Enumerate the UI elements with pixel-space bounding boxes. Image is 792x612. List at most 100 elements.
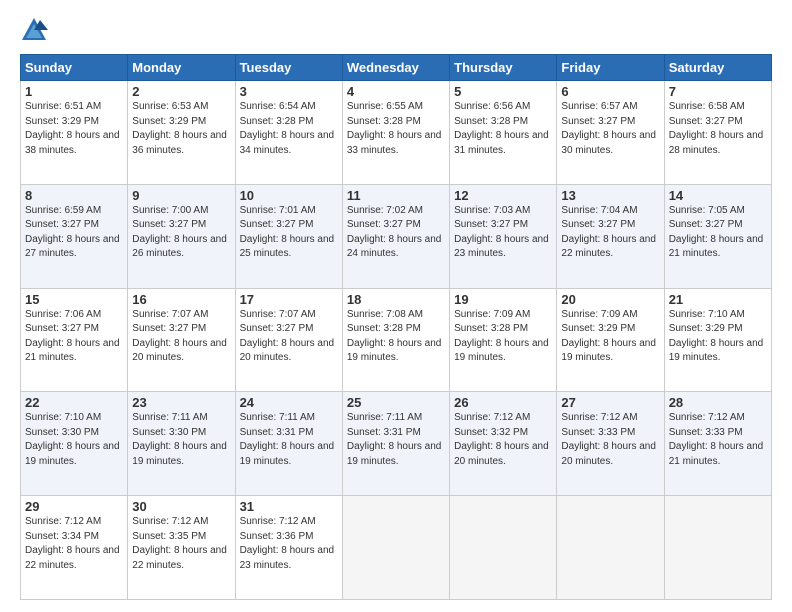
- calendar-table: SundayMondayTuesdayWednesdayThursdayFrid…: [20, 54, 772, 600]
- day-info: Sunrise: 6:51 AMSunset: 3:29 PMDaylight:…: [25, 100, 123, 158]
- day-cell: 30Sunrise: 7:12 AMSunset: 3:35 PMDayligh…: [128, 496, 235, 600]
- day-info: Sunrise: 7:05 AMSunset: 3:27 PMDaylight:…: [669, 204, 767, 262]
- day-cell: 2Sunrise: 6:53 AMSunset: 3:29 PMDaylight…: [128, 81, 235, 185]
- day-info: Sunrise: 7:04 AMSunset: 3:27 PMDaylight:…: [561, 204, 659, 262]
- day-info: Sunrise: 6:58 AMSunset: 3:27 PMDaylight:…: [669, 100, 767, 158]
- day-cell: 14Sunrise: 7:05 AMSunset: 3:27 PMDayligh…: [664, 184, 771, 288]
- day-cell: 19Sunrise: 7:09 AMSunset: 3:28 PMDayligh…: [450, 288, 557, 392]
- day-cell: 7Sunrise: 6:58 AMSunset: 3:27 PMDaylight…: [664, 81, 771, 185]
- day-number: 27: [561, 395, 659, 410]
- day-cell: 24Sunrise: 7:11 AMSunset: 3:31 PMDayligh…: [235, 392, 342, 496]
- week-row-3: 15Sunrise: 7:06 AMSunset: 3:27 PMDayligh…: [21, 288, 772, 392]
- week-row-4: 22Sunrise: 7:10 AMSunset: 3:30 PMDayligh…: [21, 392, 772, 496]
- day-info: Sunrise: 7:00 AMSunset: 3:27 PMDaylight:…: [132, 204, 230, 262]
- day-cell: [450, 496, 557, 600]
- logo: [20, 16, 52, 44]
- day-number: 1: [25, 84, 123, 99]
- day-info: Sunrise: 7:12 AMSunset: 3:35 PMDaylight:…: [132, 515, 230, 573]
- day-info: Sunrise: 7:11 AMSunset: 3:31 PMDaylight:…: [240, 411, 338, 469]
- weekday-monday: Monday: [128, 55, 235, 81]
- day-cell: 4Sunrise: 6:55 AMSunset: 3:28 PMDaylight…: [342, 81, 449, 185]
- day-cell: [664, 496, 771, 600]
- day-info: Sunrise: 7:07 AMSunset: 3:27 PMDaylight:…: [132, 308, 230, 366]
- day-info: Sunrise: 6:56 AMSunset: 3:28 PMDaylight:…: [454, 100, 552, 158]
- weekday-saturday: Saturday: [664, 55, 771, 81]
- day-cell: 1Sunrise: 6:51 AMSunset: 3:29 PMDaylight…: [21, 81, 128, 185]
- day-number: 22: [25, 395, 123, 410]
- day-number: 17: [240, 292, 338, 307]
- page: SundayMondayTuesdayWednesdayThursdayFrid…: [0, 0, 792, 612]
- week-row-1: 1Sunrise: 6:51 AMSunset: 3:29 PMDaylight…: [21, 81, 772, 185]
- weekday-header-row: SundayMondayTuesdayWednesdayThursdayFrid…: [21, 55, 772, 81]
- day-number: 29: [25, 499, 123, 514]
- day-cell: 10Sunrise: 7:01 AMSunset: 3:27 PMDayligh…: [235, 184, 342, 288]
- day-info: Sunrise: 7:06 AMSunset: 3:27 PMDaylight:…: [25, 308, 123, 366]
- logo-icon: [20, 16, 48, 44]
- day-cell: 25Sunrise: 7:11 AMSunset: 3:31 PMDayligh…: [342, 392, 449, 496]
- day-number: 28: [669, 395, 767, 410]
- day-cell: 15Sunrise: 7:06 AMSunset: 3:27 PMDayligh…: [21, 288, 128, 392]
- day-number: 18: [347, 292, 445, 307]
- day-info: Sunrise: 7:10 AMSunset: 3:29 PMDaylight:…: [669, 308, 767, 366]
- day-number: 21: [669, 292, 767, 307]
- day-number: 20: [561, 292, 659, 307]
- day-cell: 18Sunrise: 7:08 AMSunset: 3:28 PMDayligh…: [342, 288, 449, 392]
- day-info: Sunrise: 7:11 AMSunset: 3:30 PMDaylight:…: [132, 411, 230, 469]
- weekday-wednesday: Wednesday: [342, 55, 449, 81]
- day-number: 14: [669, 188, 767, 203]
- day-number: 4: [347, 84, 445, 99]
- day-number: 6: [561, 84, 659, 99]
- day-cell: 16Sunrise: 7:07 AMSunset: 3:27 PMDayligh…: [128, 288, 235, 392]
- day-info: Sunrise: 6:55 AMSunset: 3:28 PMDaylight:…: [347, 100, 445, 158]
- day-info: Sunrise: 7:12 AMSunset: 3:33 PMDaylight:…: [561, 411, 659, 469]
- day-info: Sunrise: 7:08 AMSunset: 3:28 PMDaylight:…: [347, 308, 445, 366]
- day-info: Sunrise: 7:09 AMSunset: 3:28 PMDaylight:…: [454, 308, 552, 366]
- day-info: Sunrise: 6:53 AMSunset: 3:29 PMDaylight:…: [132, 100, 230, 158]
- day-number: 30: [132, 499, 230, 514]
- day-cell: 3Sunrise: 6:54 AMSunset: 3:28 PMDaylight…: [235, 81, 342, 185]
- day-number: 2: [132, 84, 230, 99]
- day-cell: 12Sunrise: 7:03 AMSunset: 3:27 PMDayligh…: [450, 184, 557, 288]
- day-info: Sunrise: 6:57 AMSunset: 3:27 PMDaylight:…: [561, 100, 659, 158]
- day-info: Sunrise: 7:02 AMSunset: 3:27 PMDaylight:…: [347, 204, 445, 262]
- day-cell: 5Sunrise: 6:56 AMSunset: 3:28 PMDaylight…: [450, 81, 557, 185]
- day-number: 5: [454, 84, 552, 99]
- weekday-tuesday: Tuesday: [235, 55, 342, 81]
- day-info: Sunrise: 6:59 AMSunset: 3:27 PMDaylight:…: [25, 204, 123, 262]
- weekday-sunday: Sunday: [21, 55, 128, 81]
- day-cell: 27Sunrise: 7:12 AMSunset: 3:33 PMDayligh…: [557, 392, 664, 496]
- day-cell: 28Sunrise: 7:12 AMSunset: 3:33 PMDayligh…: [664, 392, 771, 496]
- day-cell: 29Sunrise: 7:12 AMSunset: 3:34 PMDayligh…: [21, 496, 128, 600]
- day-info: Sunrise: 7:12 AMSunset: 3:36 PMDaylight:…: [240, 515, 338, 573]
- day-number: 19: [454, 292, 552, 307]
- day-cell: [557, 496, 664, 600]
- day-cell: 26Sunrise: 7:12 AMSunset: 3:32 PMDayligh…: [450, 392, 557, 496]
- day-cell: 23Sunrise: 7:11 AMSunset: 3:30 PMDayligh…: [128, 392, 235, 496]
- day-cell: 13Sunrise: 7:04 AMSunset: 3:27 PMDayligh…: [557, 184, 664, 288]
- day-number: 15: [25, 292, 123, 307]
- day-number: 26: [454, 395, 552, 410]
- day-info: Sunrise: 7:10 AMSunset: 3:30 PMDaylight:…: [25, 411, 123, 469]
- day-number: 11: [347, 188, 445, 203]
- day-number: 12: [454, 188, 552, 203]
- day-cell: 22Sunrise: 7:10 AMSunset: 3:30 PMDayligh…: [21, 392, 128, 496]
- day-info: Sunrise: 7:12 AMSunset: 3:32 PMDaylight:…: [454, 411, 552, 469]
- day-number: 25: [347, 395, 445, 410]
- day-cell: 31Sunrise: 7:12 AMSunset: 3:36 PMDayligh…: [235, 496, 342, 600]
- day-number: 13: [561, 188, 659, 203]
- day-cell: 6Sunrise: 6:57 AMSunset: 3:27 PMDaylight…: [557, 81, 664, 185]
- day-cell: 9Sunrise: 7:00 AMSunset: 3:27 PMDaylight…: [128, 184, 235, 288]
- day-number: 8: [25, 188, 123, 203]
- day-cell: [342, 496, 449, 600]
- day-info: Sunrise: 7:03 AMSunset: 3:27 PMDaylight:…: [454, 204, 552, 262]
- day-cell: 20Sunrise: 7:09 AMSunset: 3:29 PMDayligh…: [557, 288, 664, 392]
- weekday-friday: Friday: [557, 55, 664, 81]
- week-row-5: 29Sunrise: 7:12 AMSunset: 3:34 PMDayligh…: [21, 496, 772, 600]
- day-info: Sunrise: 7:01 AMSunset: 3:27 PMDaylight:…: [240, 204, 338, 262]
- day-info: Sunrise: 7:11 AMSunset: 3:31 PMDaylight:…: [347, 411, 445, 469]
- day-number: 31: [240, 499, 338, 514]
- day-number: 24: [240, 395, 338, 410]
- week-row-2: 8Sunrise: 6:59 AMSunset: 3:27 PMDaylight…: [21, 184, 772, 288]
- day-info: Sunrise: 6:54 AMSunset: 3:28 PMDaylight:…: [240, 100, 338, 158]
- day-info: Sunrise: 7:07 AMSunset: 3:27 PMDaylight:…: [240, 308, 338, 366]
